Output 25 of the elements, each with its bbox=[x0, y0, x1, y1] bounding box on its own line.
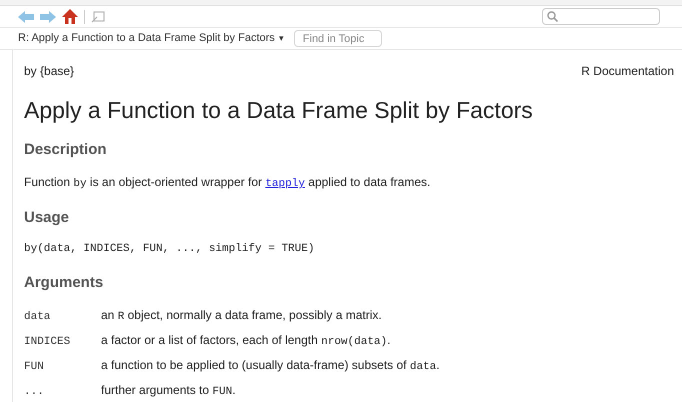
argument-description: a factor or a list of factors, each of length nrow(data). bbox=[101, 332, 390, 350]
argument-description: an R object, normally a data frame, possibly a matrix. bbox=[101, 307, 382, 326]
back-arrow-icon[interactable] bbox=[18, 10, 34, 22]
argument-description: further arguments to FUN. bbox=[101, 382, 236, 400]
section-heading: Description bbox=[24, 140, 108, 160]
section-heading: Arguments bbox=[24, 272, 104, 293]
argument-description: a function to be applied to (usually data-frame) subsets of data. bbox=[101, 357, 440, 376]
description-text: Function by is an object-oriented wrapper for tapply applied to data frames. bbox=[24, 174, 432, 192]
home-icon[interactable] bbox=[62, 9, 78, 24]
forward-arrow-icon[interactable] bbox=[40, 10, 56, 22]
popout-window-icon[interactable] bbox=[91, 10, 105, 22]
search-field[interactable] bbox=[542, 8, 660, 25]
argument-name: ... bbox=[24, 385, 45, 400]
argument-name: INDICES bbox=[24, 335, 72, 350]
argument-name: FUN bbox=[24, 360, 45, 376]
argument-name: data bbox=[24, 310, 52, 326]
find-in-topic-field[interactable]: Find in Topic bbox=[294, 30, 382, 47]
page-title: Apply a Function to a Data Frame Split by Factors bbox=[24, 96, 534, 125]
link[interactable]: tapply bbox=[265, 178, 305, 190]
topic-dropdown[interactable]: R: Apply a Function to a Data Frame Split by Factors ▾ bbox=[18, 30, 284, 47]
usage-code: by(data, INDICES, FUN, ..., simplify = TRUE) bbox=[24, 242, 316, 258]
section-heading: Usage bbox=[24, 208, 70, 228]
package-label: by {base} bbox=[24, 63, 74, 80]
search-icon bbox=[547, 11, 558, 22]
documentation-label: R Documentation bbox=[581, 63, 674, 80]
